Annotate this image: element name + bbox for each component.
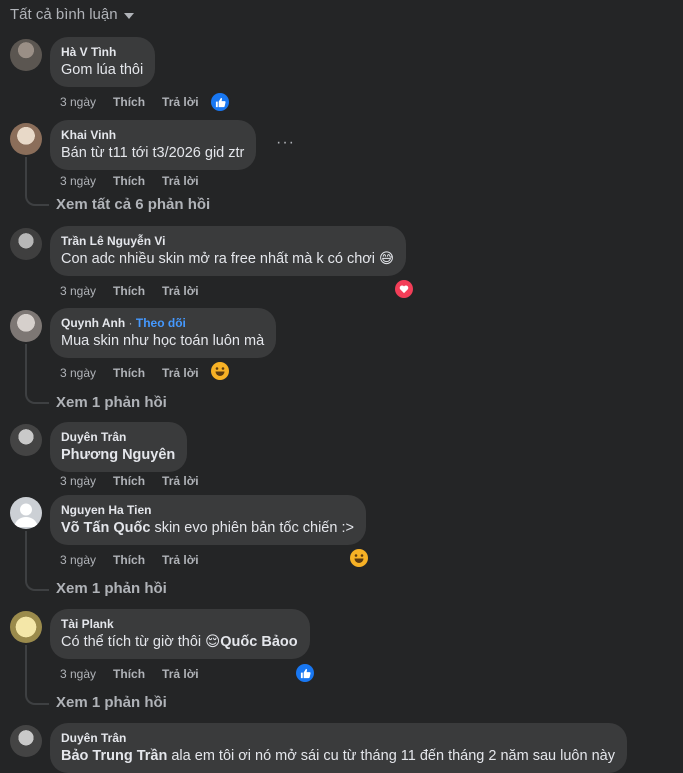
view-replies-link[interactable]: Xem 1 phản hồi	[56, 694, 167, 711]
follow-button[interactable]: Theo dõi	[136, 316, 186, 330]
like-reaction-icon[interactable]	[211, 93, 229, 111]
reply-button[interactable]: Trả lời	[162, 667, 199, 681]
comment-bubble: Khai Vinh Bán từ t11 tới t3/2026 gid ztr	[50, 120, 257, 170]
comment-actions: 3 ngày Thích Trả lời	[60, 95, 199, 109]
more-options-icon[interactable]: ···	[276, 134, 295, 152]
reply-thread-line	[25, 531, 49, 591]
avatar[interactable]	[10, 611, 42, 643]
like-button[interactable]: Thích	[113, 474, 145, 488]
comment-actions: 3 ngày Thích Trả lời	[60, 553, 199, 567]
like-button[interactable]: Thích	[113, 174, 145, 188]
comment-author[interactable]: Nguyen Ha Tien	[61, 502, 354, 518]
reply-button[interactable]: Trả lời	[162, 553, 199, 567]
like-button[interactable]: Thích	[113, 95, 145, 109]
like-reaction-icon[interactable]	[296, 664, 314, 682]
comment-author[interactable]: Duyên Trân	[61, 429, 175, 445]
haha-reaction-icon[interactable]	[211, 362, 229, 380]
comment-author-row: Quynh Anh · Theo dõi	[61, 316, 186, 330]
reply-thread-line	[25, 344, 49, 404]
comment-text: Bán từ t11 tới t3/2026 gid ztr	[61, 145, 245, 161]
reply-button[interactable]: Trả lời	[162, 284, 199, 298]
comment-bubble: Tài Plank Có thể tích từ giờ thôi 😌Quốc …	[50, 609, 310, 659]
comment-bubble: Duyên Trân Bảo Trung Trần ala em tôi ơi …	[50, 723, 627, 773]
reply-button[interactable]: Trả lời	[162, 174, 199, 188]
mention-link[interactable]: Quốc Bảoo	[220, 634, 297, 650]
avatar[interactable]	[10, 725, 42, 757]
comment-text: Gom lúa thôi	[61, 62, 144, 78]
reply-thread-line	[25, 645, 49, 705]
view-replies-link[interactable]: Xem 1 phản hồi	[56, 394, 167, 411]
avatar[interactable]	[10, 228, 42, 260]
avatar[interactable]	[10, 123, 42, 155]
reply-button[interactable]: Trả lời	[162, 366, 199, 380]
comment-author[interactable]: Trần Lê Nguyễn Vi	[61, 233, 394, 249]
reply-thread-line	[25, 157, 49, 206]
comment-text: Bảo Trung Trần ala em tôi ơi nó mở sái c…	[61, 748, 615, 764]
avatar[interactable]	[10, 310, 42, 342]
comment-bubble: Trần Lê Nguyễn Vi Con adc nhiều skin mở …	[50, 226, 407, 276]
view-replies-link[interactable]: Xem 1 phản hồi	[56, 580, 167, 597]
avatar[interactable]	[10, 39, 42, 71]
like-button[interactable]: Thích	[113, 366, 145, 380]
comment-author[interactable]: Tài Plank	[61, 616, 298, 632]
comment-time[interactable]: 3 ngày	[60, 474, 96, 488]
love-reaction-icon[interactable]	[395, 280, 413, 298]
comment-time[interactable]: 3 ngày	[60, 667, 96, 681]
comment-actions: 3 ngày Thích Trả lời	[60, 667, 199, 681]
reply-button[interactable]: Trả lời	[162, 474, 199, 488]
like-button[interactable]: Thích	[113, 553, 145, 567]
avatar[interactable]	[10, 424, 42, 456]
comment-text: Có thể tích từ giờ thôi 😌Quốc Bảoo	[61, 634, 298, 650]
caret-down-icon	[123, 12, 134, 19]
comment-time[interactable]: 3 ngày	[60, 95, 96, 109]
haha-reaction-icon[interactable]	[350, 549, 368, 567]
mention-link[interactable]: Bảo Trung Trần	[61, 748, 167, 764]
comment-author[interactable]: Hà V Tình	[61, 44, 143, 60]
comment-bubble: Duyên Trân Phương Nguyên	[50, 422, 188, 472]
comment-actions: 3 ngày Thích Trả lời	[60, 474, 199, 488]
comment-actions: 3 ngày Thích Trả lời	[60, 366, 199, 380]
comment-author[interactable]: Khai Vinh	[61, 127, 244, 143]
avatar[interactable]	[10, 497, 42, 529]
like-button[interactable]: Thích	[113, 284, 145, 298]
comment-time[interactable]: 3 ngày	[60, 174, 96, 188]
reply-button[interactable]: Trả lời	[162, 95, 199, 109]
like-button[interactable]: Thích	[113, 667, 145, 681]
comment-text: Mua skin như học toán luôn mà	[61, 333, 265, 349]
comment-time[interactable]: 3 ngày	[60, 284, 96, 298]
comment-actions: 3 ngày Thích Trả lời	[60, 174, 199, 188]
comment-actions: 3 ngày Thích Trả lời	[60, 284, 199, 298]
filter-label: Tất cả bình luận	[10, 6, 118, 23]
comment-time[interactable]: 3 ngày	[60, 366, 96, 380]
comment-text: Con adc nhiều skin mở ra free nhất mà k …	[61, 251, 395, 267]
comment-author[interactable]: Duyên Trân	[61, 730, 615, 746]
mention-link[interactable]: Võ Tấn Quốc	[61, 520, 150, 536]
sweat-smile-emoji-icon: 😅	[379, 251, 395, 267]
comment-text: Võ Tấn Quốc skin evo phiên bản tốc chiến…	[61, 520, 354, 536]
comment-filter-dropdown[interactable]: Tất cả bình luận	[10, 6, 134, 23]
comment-bubble: Hà V Tình Gom lúa thôi	[50, 37, 156, 87]
view-replies-link[interactable]: Xem tất cả 6 phản hồi	[56, 196, 210, 213]
comment-bubble: Quynh Anh · Theo dõi Mua skin như học to…	[50, 308, 277, 358]
comment-bubble: Nguyen Ha Tien Võ Tấn Quốc skin evo phiê…	[50, 495, 366, 545]
comment-author[interactable]: Quynh Anh	[61, 316, 125, 330]
relieved-emoji-icon: 😌	[205, 634, 221, 650]
mention-link[interactable]: Phương Nguyên	[61, 447, 175, 463]
default-avatar-icon	[14, 503, 38, 527]
comment-text: Phương Nguyên	[61, 445, 175, 465]
comment-time[interactable]: 3 ngày	[60, 553, 96, 567]
